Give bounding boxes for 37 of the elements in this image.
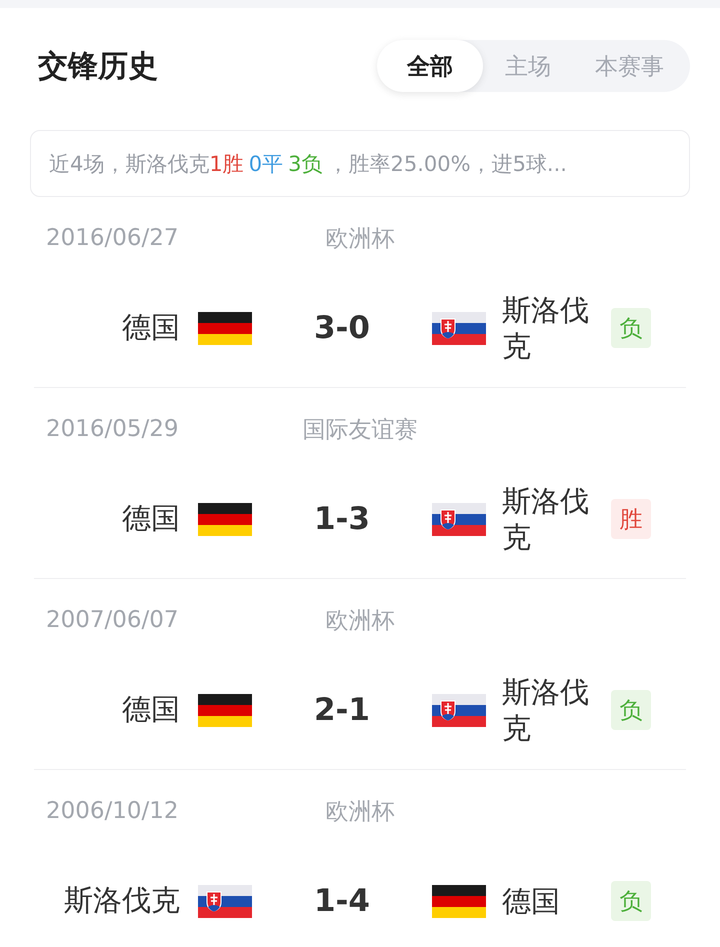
flag-icon <box>432 312 486 344</box>
flag-icon <box>432 502 486 536</box>
flag-icon <box>198 502 252 536</box>
team-name: 斯洛伐克 <box>63 882 181 919</box>
match-score: 1-3 <box>312 501 371 537</box>
match-date: 2016/05/29 <box>46 416 180 442</box>
flag-icon <box>432 884 486 918</box>
flag-icon <box>432 694 486 726</box>
filter-tab[interactable]: 本赛事 <box>573 40 686 92</box>
team-name: 德国 <box>501 883 561 919</box>
flag-icon <box>198 884 252 918</box>
team-name: 斯洛伐克 <box>501 292 590 364</box>
match-score: 1-4 <box>312 883 371 919</box>
result-badge: 负 <box>611 881 651 921</box>
competition-name: 欧洲杯 <box>326 606 394 636</box>
result-badge: 负 <box>611 690 651 730</box>
competition-name: 欧洲杯 <box>326 224 394 254</box>
section-title: 交锋历史 <box>38 48 158 86</box>
summary-text: 近4场，斯洛伐克1胜 0平 3负 ，胜率25.00%，进5球... <box>30 130 690 197</box>
result-badge: 负 <box>611 308 651 348</box>
filter-tab[interactable]: 主场 <box>483 40 573 92</box>
match-date: 2007/06/07 <box>46 607 180 633</box>
competition-name: 欧洲杯 <box>326 798 394 826</box>
match-score: 2-1 <box>312 692 371 728</box>
match-date: 2006/10/12 <box>46 798 180 824</box>
result-badge: 胜 <box>611 499 651 539</box>
team-name: 德国 <box>121 500 181 537</box>
filter-tab[interactable]: 全部 <box>377 40 483 92</box>
match-score: 3-0 <box>312 310 371 346</box>
competition-name: 国际友谊赛 <box>302 416 418 444</box>
team-name: 斯洛伐克 <box>501 483 590 555</box>
match-date: 2016/06/27 <box>46 225 180 251</box>
flag-icon <box>198 312 252 344</box>
flag-icon <box>198 694 252 726</box>
team-name: 斯洛伐克 <box>501 674 590 746</box>
team-name: 德国 <box>121 691 181 728</box>
team-name: 德国 <box>121 309 181 346</box>
